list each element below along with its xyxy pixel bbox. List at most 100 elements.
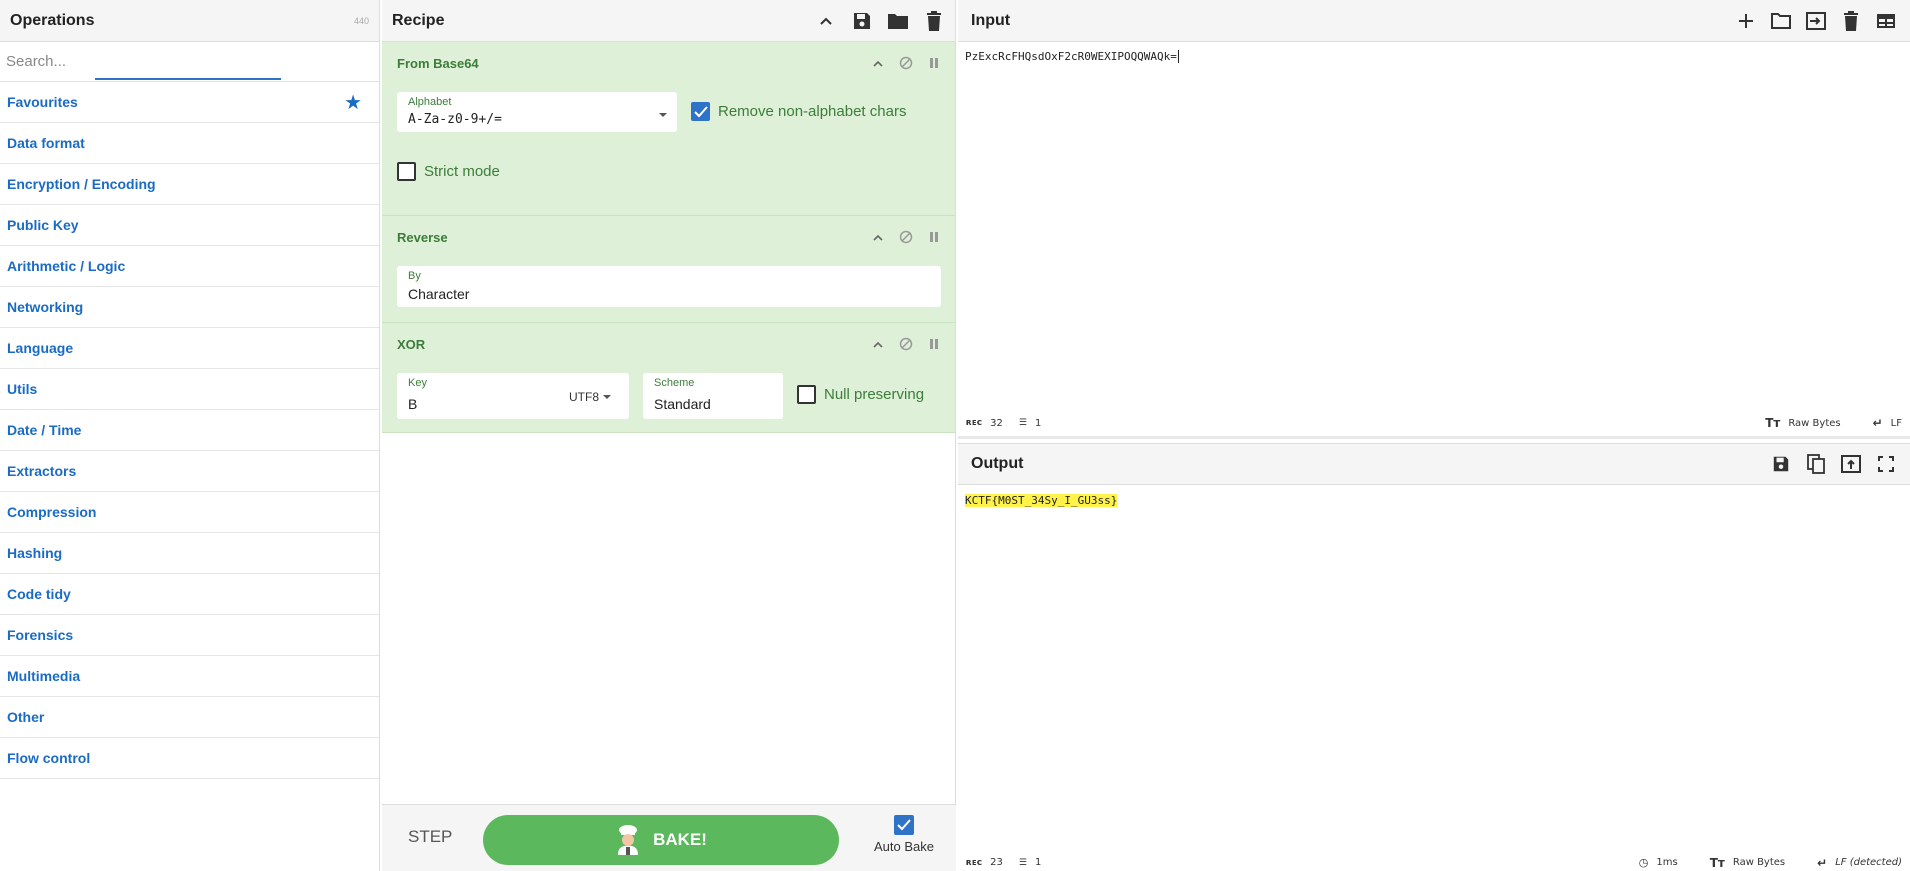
save-icon[interactable] [851, 10, 873, 32]
search-underline [95, 78, 281, 80]
output-status-bar: ʀᴇᴄ 23 ☰ 1 ◷ 1ms Tт Raw Bytes ↵ LF (detected) [958, 854, 1910, 871]
output-encoding[interactable]: Tт Raw Bytes [1710, 856, 1785, 870]
field-label: By [408, 270, 421, 282]
null-preserving-checkbox[interactable]: Null preserving [797, 385, 924, 404]
category-multimedia[interactable]: Multimedia [0, 656, 379, 697]
output-text: KCTF{M0ST_34Sy_I_GU3ss} [965, 494, 1118, 507]
collapse-icon[interactable] [871, 56, 885, 70]
checkbox-label: Strict mode [424, 163, 500, 180]
line-count-value: 1 [1034, 417, 1042, 429]
category-data-format[interactable]: Data format [0, 123, 379, 164]
category-label: Multimedia [7, 668, 81, 684]
pause-icon[interactable] [927, 56, 941, 70]
input-encoding[interactable]: Tт Raw Bytes [1765, 416, 1840, 430]
text-type-icon: Tт [1709, 855, 1725, 870]
category-extractors[interactable]: Extractors [0, 451, 379, 492]
char-count-icon: ʀᴇᴄ [966, 857, 983, 868]
text-type-icon: Tт [1765, 416, 1781, 430]
remove-non-alphabet-checkbox[interactable]: Remove non-alphabet chars [691, 102, 906, 121]
xor-scheme-select[interactable]: Scheme Standard [643, 373, 783, 419]
pause-icon[interactable] [927, 230, 941, 244]
save-icon[interactable] [1770, 453, 1792, 475]
field-value: A-Za-z0-9+/= [408, 112, 502, 127]
category-label: Networking [7, 299, 84, 315]
star-icon: ★ [344, 91, 362, 114]
op-title: Reverse [397, 229, 448, 245]
disable-icon[interactable] [899, 230, 913, 244]
recipe-header: Recipe [382, 0, 955, 42]
bake-button[interactable]: BAKE! [483, 815, 839, 865]
eol-value: LF [1890, 417, 1902, 429]
category-label: Public Key [7, 217, 79, 233]
output-title: Output [971, 455, 1024, 472]
checkbox-unchecked-icon [797, 385, 816, 404]
input-textarea[interactable]: PzExcRcFHQsdOxF2cR0WEXIPOQQWAQk= [965, 50, 1186, 63]
xor-key-input[interactable]: Key B UTF8 [397, 373, 629, 419]
load-file-icon[interactable] [1805, 10, 1827, 32]
input-text: PzExcRcFHQsdOxF2cR0WEXIPOQQWAQk= [965, 50, 1177, 63]
checkbox-label: Null preserving [824, 386, 925, 403]
key-encoding-dropdown[interactable]: UTF8 [569, 390, 611, 404]
category-label: Language [7, 340, 74, 356]
disable-icon[interactable] [899, 56, 913, 70]
step-button[interactable]: STEP [408, 827, 452, 847]
category-favourites[interactable]: Favourites ★ [0, 82, 379, 123]
return-arrow-icon: ↵ [1817, 855, 1828, 870]
pause-icon[interactable] [927, 337, 941, 351]
category-flow-control[interactable]: Flow control [0, 738, 379, 779]
category-label: Extractors [7, 463, 77, 479]
search-box [0, 42, 379, 82]
folder-icon[interactable] [887, 10, 909, 32]
disable-icon[interactable] [899, 337, 913, 351]
reverse-by-select[interactable]: By Character [397, 266, 941, 307]
auto-bake-checkbox[interactable]: Auto Bake [864, 815, 944, 854]
replace-input-icon[interactable] [1840, 453, 1862, 475]
category-compression[interactable]: Compression [0, 492, 379, 533]
open-folder-icon[interactable] [1770, 10, 1792, 32]
output-eol[interactable]: ↵ LF (detected) [1817, 856, 1902, 870]
output-textarea[interactable]: KCTF{M0ST_34Sy_I_GU3ss} [965, 494, 1118, 507]
line-count-value: 1 [1034, 857, 1042, 868]
line-count: ☰ 1 [1019, 857, 1041, 868]
category-label: Compression [7, 504, 97, 520]
category-label: Data format [7, 135, 85, 151]
plus-icon[interactable] [1735, 10, 1757, 32]
layout-icon[interactable] [1875, 10, 1897, 32]
category-label: Arithmetic / Logic [7, 258, 126, 274]
op-title: From Base64 [397, 55, 479, 71]
field-value: Standard [654, 396, 711, 412]
line-count: ☰ 1 [1019, 418, 1041, 429]
category-forensics[interactable]: Forensics [0, 615, 379, 656]
category-language[interactable]: Language [0, 328, 379, 369]
field-label: Alphabet [408, 96, 452, 108]
alphabet-select[interactable]: Alphabet A-Za-z0-9+/= [397, 92, 677, 132]
category-networking[interactable]: Networking [0, 287, 379, 328]
trash-icon[interactable] [923, 10, 945, 32]
collapse-icon[interactable] [871, 230, 885, 244]
trash-icon[interactable] [1840, 10, 1862, 32]
category-public-key[interactable]: Public Key [0, 205, 379, 246]
io-pane: Input PzExcRcFHQsdOxF2cR0WEXIPOQQWAQk= ʀ… [958, 0, 1910, 871]
lines-icon: ☰ [1018, 418, 1027, 428]
category-utils[interactable]: Utils [0, 369, 379, 410]
category-date-time[interactable]: Date / Time [0, 410, 379, 451]
field-label: Scheme [654, 377, 695, 389]
collapse-icon[interactable] [871, 337, 885, 351]
category-code-tidy[interactable]: Code tidy [0, 574, 379, 615]
maximise-icon[interactable] [1875, 453, 1897, 475]
chevron-up-icon[interactable] [815, 10, 837, 32]
input-eol[interactable]: ↵ LF [1873, 416, 1902, 430]
category-label: Utils [7, 381, 38, 397]
return-arrow-icon: ↵ [1872, 416, 1883, 430]
category-encryption-encoding[interactable]: Encryption / Encoding [0, 164, 379, 205]
category-hashing[interactable]: Hashing [0, 533, 379, 574]
category-arithmetic-logic[interactable]: Arithmetic / Logic [0, 246, 379, 287]
io-resize-handle[interactable] [958, 436, 1910, 439]
strict-mode-checkbox[interactable]: Strict mode [397, 162, 500, 181]
copy-icon[interactable] [1805, 453, 1827, 475]
checkbox-checked-icon [894, 815, 914, 835]
search-input[interactable] [6, 53, 373, 70]
input-status-bar: ʀᴇᴄ 32 ☰ 1 Tт Raw Bytes ↵ LF [958, 412, 1910, 434]
category-other[interactable]: Other [0, 697, 379, 738]
field-value: Character [408, 286, 470, 302]
